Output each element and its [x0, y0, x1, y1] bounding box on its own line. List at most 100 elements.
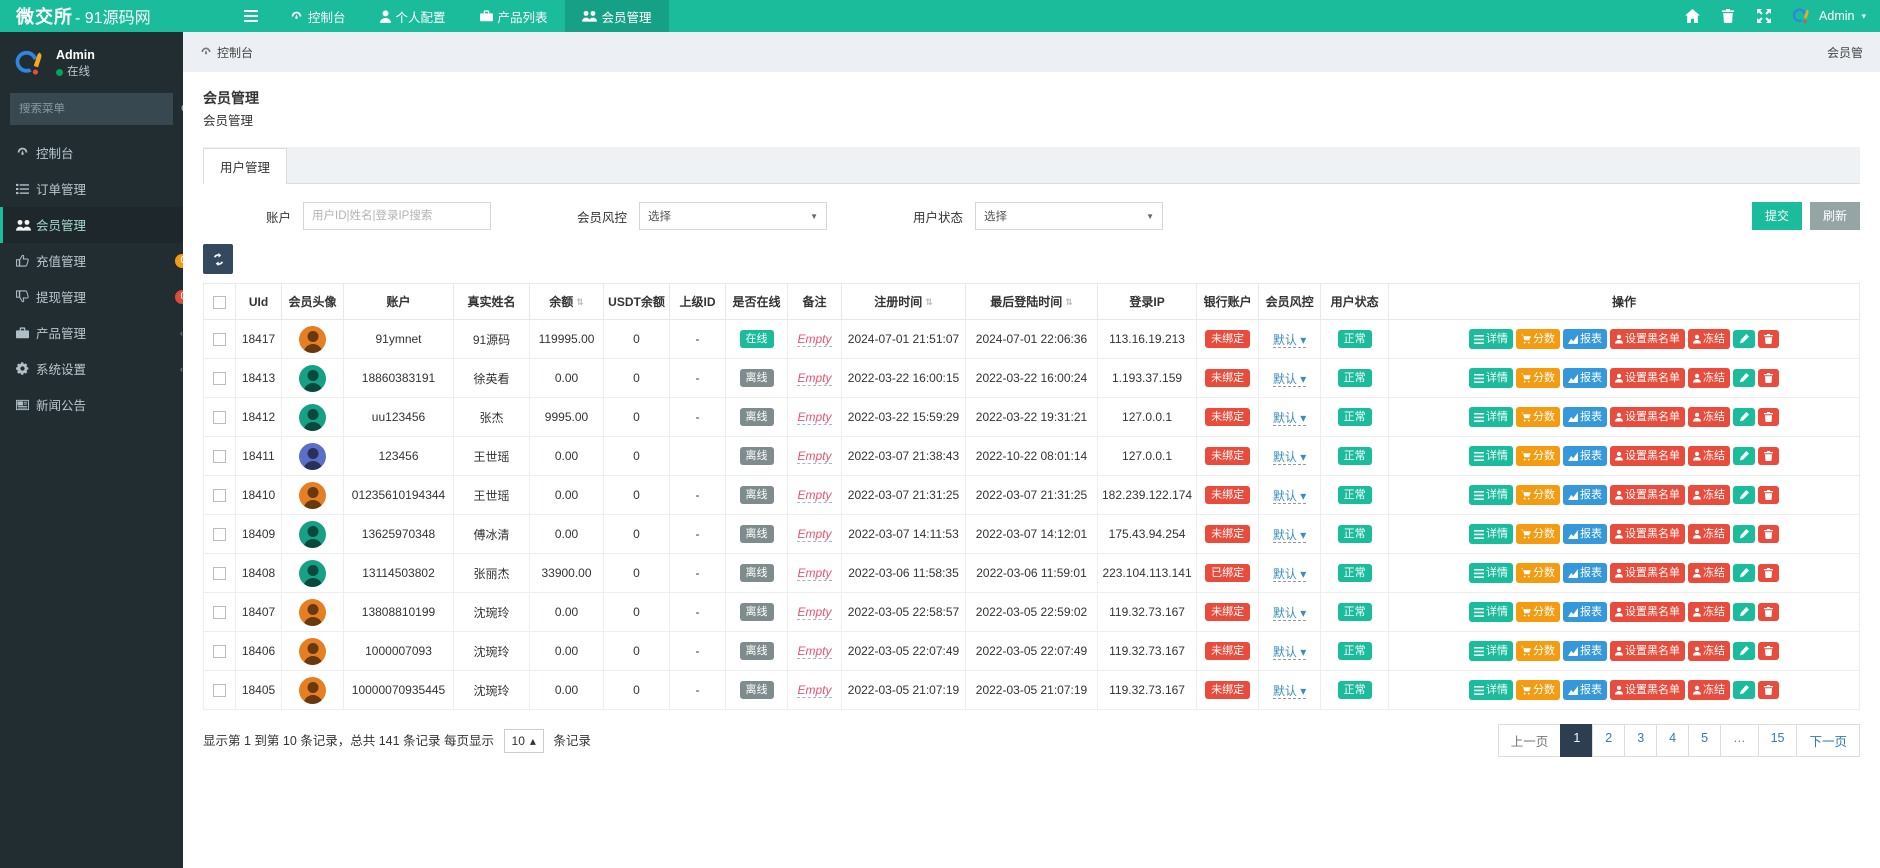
op-user-button[interactable]: 冻结 — [1688, 484, 1731, 506]
op-user-button[interactable]: 设置黑名单 — [1610, 406, 1686, 428]
op-pencil-button[interactable] — [1733, 369, 1756, 387]
table-row[interactable]: 18406 1000007093 沈琬玲 0.00 0- 离线 Empty 2022-03-0… — [203, 631, 1860, 671]
table-row[interactable]: 18412 uu123456 张杰 9995.00 0- 离线 Empty 2022-03-2… — [203, 397, 1860, 437]
op-trash-button[interactable] — [1758, 564, 1780, 582]
remark-link[interactable]: Empty — [797, 332, 832, 347]
op-detail-button[interactable]: 详情 — [1469, 523, 1514, 545]
avatar[interactable] — [299, 403, 326, 431]
sort-icon[interactable]: ⇅ — [925, 298, 933, 307]
op-chart-button[interactable]: 报表 — [1563, 523, 1608, 545]
op-pencil-button[interactable] — [1733, 681, 1756, 699]
op-user-button[interactable]: 设置黑名单 — [1610, 640, 1686, 662]
col-regtime[interactable]: 注册时间 ⇅ — [841, 283, 966, 320]
risk-dropdown[interactable]: 默认 ▾ — [1272, 410, 1307, 426]
risk-dropdown[interactable]: 默认 ▾ — [1272, 644, 1307, 660]
op-pencil-button[interactable] — [1733, 486, 1756, 504]
op-chart-button[interactable]: 报表 — [1563, 367, 1608, 389]
op-trash-button[interactable] — [1758, 642, 1780, 660]
op-cart-button[interactable]: 分数 — [1516, 679, 1561, 701]
user-menu[interactable]: Admin ▾ — [1782, 0, 1880, 32]
col-logintime[interactable]: 最后登陆时间 ⇅ — [965, 283, 1098, 320]
table-row[interactable]: 18417 91ymnet 91源码 119995.00 0- 在线 Empty 2024-0… — [203, 319, 1860, 359]
op-trash-button[interactable] — [1758, 486, 1780, 504]
page-link-2[interactable]: 2 — [1592, 724, 1626, 757]
op-user-button[interactable]: 设置黑名单 — [1610, 562, 1686, 584]
op-pencil-button[interactable] — [1733, 564, 1756, 582]
op-user-button[interactable]: 冻结 — [1688, 367, 1731, 389]
avatar[interactable] — [299, 364, 326, 392]
op-user-button[interactable]: 冻结 — [1688, 640, 1731, 662]
risk-dropdown[interactable]: 默认 ▾ — [1272, 527, 1307, 543]
table-row[interactable]: 18410 01235610194344 王世瑶 0.00 0- 离线 Empty 2022-… — [203, 475, 1860, 515]
remark-link[interactable]: Empty — [797, 527, 832, 542]
table-row[interactable]: 18413 18860383191 徐英看 0.00 0- 离线 Empty 2022-03-… — [203, 358, 1860, 398]
op-cart-button[interactable]: 分数 — [1516, 601, 1561, 623]
op-user-button[interactable]: 冻结 — [1688, 406, 1731, 428]
row-checkbox[interactable] — [213, 372, 226, 386]
sidebar-item-settings[interactable]: 系统设置 ‹ — [0, 351, 183, 387]
reset-button[interactable]: 刷新 — [1809, 202, 1860, 230]
col-account[interactable]: 账户 — [343, 283, 454, 320]
table-row[interactable]: 18408 13114503802 张丽杰 33900.00 0- 离线 Empty 2022… — [203, 553, 1860, 593]
op-user-button[interactable]: 设置黑名单 — [1610, 328, 1686, 350]
op-cart-button[interactable]: 分数 — [1516, 523, 1561, 545]
page-link-1[interactable]: 1 — [1560, 724, 1594, 757]
op-detail-button[interactable]: 详情 — [1469, 601, 1514, 623]
sidebar-item-members[interactable]: 会员管理 — [0, 206, 183, 243]
risk-dropdown[interactable]: 默认 ▾ — [1272, 371, 1307, 387]
col-online[interactable]: 是否在线 — [725, 283, 788, 320]
col-balance[interactable]: 余额 ⇅ — [529, 283, 604, 320]
brand-logo[interactable]: 微交所 - 91源码网 — [0, 0, 229, 32]
col-realname[interactable]: 真实姓名 — [453, 283, 530, 320]
trash-icon[interactable] — [1710, 0, 1746, 32]
op-chart-button[interactable]: 报表 — [1563, 445, 1608, 467]
op-chart-button[interactable]: 报表 — [1563, 328, 1608, 350]
op-user-button[interactable]: 冻结 — [1688, 328, 1731, 350]
col-usdt[interactable]: USDT余额 — [603, 283, 670, 320]
sidebar-item-recharge[interactable]: 充值管理 0 — [0, 243, 183, 279]
op-cart-button[interactable]: 分数 — [1516, 640, 1561, 662]
row-checkbox[interactable] — [213, 333, 226, 347]
home-icon[interactable] — [1674, 0, 1710, 32]
avatar[interactable] — [299, 598, 326, 626]
col-status[interactable]: 用户状态 — [1320, 283, 1390, 320]
op-user-button[interactable]: 冻结 — [1688, 562, 1731, 584]
op-trash-button[interactable] — [1758, 603, 1780, 621]
op-user-button[interactable]: 设置黑名单 — [1610, 601, 1686, 623]
risk-select[interactable]: 选择 ▼ — [639, 202, 828, 230]
page-link-15[interactable]: 15 — [1757, 724, 1798, 757]
refresh-icon[interactable] — [203, 244, 233, 274]
remark-link[interactable]: Empty — [797, 410, 832, 425]
op-chart-button[interactable]: 报表 — [1563, 640, 1608, 662]
op-user-button[interactable]: 设置黑名单 — [1610, 679, 1686, 701]
op-user-button[interactable]: 冻结 — [1688, 679, 1731, 701]
submit-button[interactable]: 提交 — [1751, 202, 1802, 230]
avatar[interactable] — [299, 637, 326, 665]
row-checkbox[interactable] — [213, 684, 226, 698]
nav-item-members[interactable]: 会员管理 — [564, 0, 669, 32]
avatar[interactable] — [299, 481, 326, 509]
op-user-button[interactable]: 设置黑名单 — [1610, 523, 1686, 545]
page-link-5[interactable]: 5 — [1688, 724, 1722, 757]
op-pencil-button[interactable] — [1733, 330, 1756, 348]
table-row[interactable]: 18409 13625970348 傅冰清 0.00 0- 离线 Empty 2022-03-… — [203, 514, 1860, 554]
col-uid[interactable]: UId — [235, 283, 282, 320]
op-cart-button[interactable]: 分数 — [1516, 367, 1561, 389]
op-detail-button[interactable]: 详情 — [1469, 328, 1514, 350]
col-bank[interactable]: 银行账户 — [1196, 283, 1260, 320]
op-chart-button[interactable]: 报表 — [1563, 484, 1608, 506]
op-trash-button[interactable] — [1758, 408, 1780, 426]
risk-dropdown[interactable]: 默认 ▾ — [1272, 683, 1307, 699]
col-remark[interactable]: 备注 — [787, 283, 842, 320]
op-cart-button[interactable]: 分数 — [1516, 445, 1561, 467]
nav-item-dashboard[interactable]: 控制台 — [273, 0, 363, 32]
op-trash-button[interactable] — [1758, 369, 1780, 387]
hamburger-icon[interactable] — [229, 0, 273, 32]
op-user-button[interactable]: 设置黑名单 — [1610, 445, 1686, 467]
remark-link[interactable]: Empty — [797, 566, 832, 581]
remark-link[interactable]: Empty — [797, 449, 832, 464]
op-chart-button[interactable]: 报表 — [1563, 406, 1608, 428]
row-checkbox[interactable] — [213, 528, 226, 542]
page-link-4[interactable]: 4 — [1656, 724, 1690, 757]
breadcrumb-label[interactable]: 控制台 — [217, 44, 253, 61]
